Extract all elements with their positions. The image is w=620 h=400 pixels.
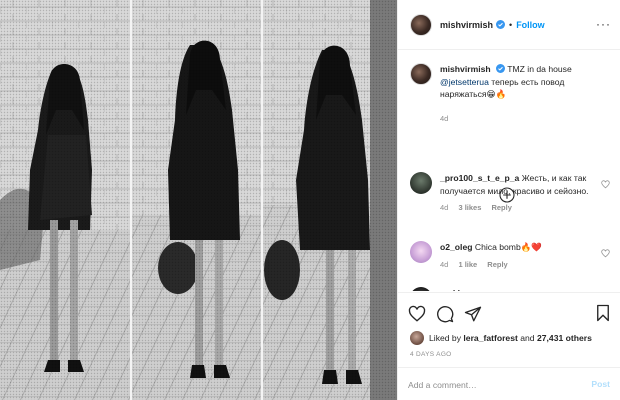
photo-panel-3	[262, 0, 397, 400]
author-username[interactable]: mishvirmish	[440, 20, 493, 30]
liker-username[interactable]: lera_fatforest	[463, 333, 517, 343]
comment-time: 4d	[440, 259, 449, 269]
commenter-avatar[interactable]	[410, 172, 432, 194]
post-time[interactable]: 4 DAYS AGO	[410, 351, 452, 358]
caption-text: TMZ in da house	[507, 64, 572, 74]
post-comment-button[interactable]: Post	[591, 379, 610, 389]
comments-list: mishvirmish TMZ in da house @jetsetterua…	[398, 51, 620, 291]
comment-username[interactable]: reckky	[440, 288, 467, 291]
likes-and: and	[520, 333, 535, 343]
heart-icon[interactable]	[408, 305, 426, 323]
author-avatar-small[interactable]	[410, 63, 432, 85]
author-avatar[interactable]	[410, 13, 432, 36]
liker-avatar[interactable]	[410, 331, 424, 345]
more-options-icon[interactable]: ···	[596, 18, 611, 30]
likes-summary: Liked by lera_fatforest and 27,431 other…	[410, 331, 592, 345]
commenter-avatar[interactable]	[410, 241, 432, 263]
photo-panel-2	[131, 0, 262, 400]
caption: mishvirmish TMZ in da house @jetsetterua…	[410, 63, 610, 125]
comment-username[interactable]: o2_oleg	[440, 242, 472, 252]
verified-badge-icon	[496, 64, 506, 73]
verified-badge-icon	[496, 20, 506, 29]
bookmark-icon[interactable]	[595, 304, 611, 322]
comment-icon[interactable]	[436, 305, 454, 323]
separator-dot: •	[509, 19, 513, 30]
comment-likes[interactable]: 3 likes	[458, 203, 481, 212]
photo-panel-1	[0, 0, 131, 400]
comment-item: o2_oleg Chica bomb🔥❤️ 4d 1 like Reply	[410, 241, 610, 271]
likes-prefix: Liked by	[429, 333, 462, 343]
caption-username[interactable]: mishvirmish	[440, 64, 491, 74]
post-actions: Liked by lera_fatforest and 27,431 other…	[398, 292, 620, 400]
reply-button[interactable]: Reply	[487, 260, 507, 269]
comment-item: _pro100_s_t_e_p_a Жесть, и как так получ…	[410, 172, 610, 215]
comment-item: reckky	[410, 287, 610, 291]
post-photo[interactable]	[0, 0, 397, 400]
collage-image	[0, 0, 397, 400]
likes-count[interactable]: 27,431 others	[537, 333, 592, 343]
caption-mention[interactable]: @jetsetterua	[440, 77, 489, 87]
comment-time: 4d	[440, 203, 449, 212]
comment-text: Chica bomb🔥❤️	[474, 242, 543, 252]
comment-input[interactable]	[408, 377, 578, 393]
paper-plane-icon[interactable]	[464, 305, 482, 323]
comment-likes[interactable]: 1 like	[458, 260, 477, 269]
comment-username[interactable]: _pro100_s_t_e_p_a	[440, 173, 519, 183]
caption-time[interactable]: 4d	[440, 114, 448, 123]
post-header: mishvirmish • Follow ···	[398, 0, 620, 50]
commenter-avatar[interactable]	[410, 287, 432, 291]
follow-button[interactable]: Follow	[516, 20, 545, 30]
heart-icon[interactable]	[601, 249, 610, 258]
reply-button[interactable]: Reply	[491, 203, 511, 212]
add-comment-bar: Post	[398, 367, 620, 400]
heart-icon[interactable]	[601, 180, 610, 189]
post-side-panel: mishvirmish • Follow ··· mishvirmish TMZ…	[397, 0, 620, 400]
